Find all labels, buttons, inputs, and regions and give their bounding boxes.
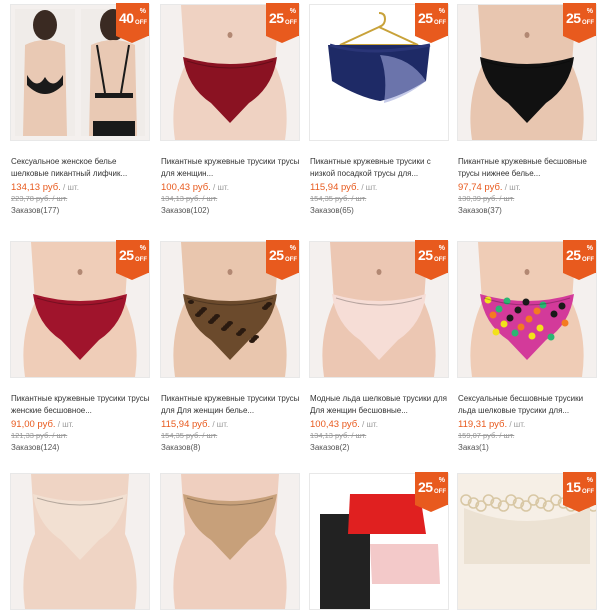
price-line: 100,43 руб. / шт. [161,182,229,193]
discount-off-label: OFF [434,20,446,26]
product-price: 115,94 руб. [310,182,360,193]
discount-percent-sign: % [438,477,445,484]
discount-value: 15 [566,479,581,495]
discount-badge: 25% OFF [563,3,596,43]
price-line: 134,13 руб. / шт. [11,182,79,193]
discount-badge: 40% OFF [116,3,149,43]
discount-value: 25 [119,247,134,263]
discount-off-label: OFF [434,257,446,263]
product-title[interactable]: Пикантные кружевные трусики трусы женски… [11,393,151,417]
price-unit: / шт. [57,420,74,429]
orders-count: Заказов(124) [11,443,60,452]
orders-count: Заказов(177) [11,206,60,215]
product-price: 91,00 руб. [11,419,56,430]
product-title[interactable]: Пикантные кружевные трусики с низкой пос… [310,156,450,180]
price-unit: / шт. [509,420,526,429]
price-line: 119,31 руб. / шт. [458,419,525,430]
discount-percent-sign: % [139,245,146,252]
product-title[interactable]: Пикантные кружевные трусики трусы для же… [161,156,301,180]
discount-value: 25 [269,247,284,263]
product-title[interactable]: Модные льда шелковые трусики для Для жен… [310,393,450,417]
orders-count: Заказ(1) [458,443,489,452]
price-unit: / шт. [213,183,229,192]
discount-percent-sign: % [586,245,593,252]
discount-off-label: OFF [582,20,594,26]
product-title[interactable]: Сексуальные бесшовные трусики льда шелко… [458,393,598,417]
discount-percent-sign: % [438,8,445,15]
product-price: 134,13 руб. [11,182,61,193]
discount-off-label: OFF [285,20,297,26]
price-line: 100,43 руб. / шт. [310,419,378,430]
old-price: 121,33 руб. / шт. [11,431,68,440]
discount-off-label: OFF [285,257,297,263]
product-grid: 40% OFF Сексуальное женское белье шелковые… [0,0,604,610]
discount-badge: 25% OFF [415,3,448,43]
discount-value: 25 [418,247,433,263]
old-price: 159,07 руб. / шт. [458,431,515,440]
old-price: 130,39 руб. / шт. [458,194,515,203]
price-unit: / шт. [63,183,79,192]
discount-badge: 25% OFF [415,240,448,280]
price-line: 91,00 руб. / шт. [11,419,74,430]
discount-value: 25 [566,10,581,26]
old-price: 154,35 руб. / шт. [310,194,367,203]
price-unit: / шт. [212,420,229,429]
product-price: 97,74 руб. [458,182,503,193]
price-line: 97,74 руб. / шт. [458,182,521,193]
orders-count: Заказов(2) [310,443,350,452]
discount-value: 40 [119,10,134,26]
discount-badge: 25% OFF [266,3,299,43]
discount-off-label: OFF [135,20,147,26]
discount-badge: 15% OFF [563,472,596,512]
product-title[interactable]: Сексуальное женское белье шелковые пикан… [11,156,151,180]
discount-percent-sign: % [289,8,296,15]
discount-value: 25 [418,10,433,26]
product-price: 100,43 руб. [161,182,211,193]
discount-off-label: OFF [582,489,594,495]
discount-off-label: OFF [135,257,147,263]
orders-count: Заказов(8) [161,443,201,452]
discount-value: 25 [418,479,433,495]
discount-badge: 25% OFF [563,240,596,280]
discount-off-label: OFF [582,257,594,263]
discount-badge: 25% OFF [415,472,448,512]
price-line: 115,94 руб. / шт. [310,182,377,193]
discount-value: 25 [566,247,581,263]
discount-value: 25 [269,10,284,26]
old-price: 223,78 руб. / шт. [11,194,68,203]
product-title[interactable]: Пикантные кружевные бесшовные трусы нижн… [458,156,598,180]
product-title[interactable]: Пикантные кружевные трусики трусы для Дл… [161,393,301,417]
product-image[interactable] [10,473,150,610]
price-unit: / шт. [362,420,378,429]
price-line: 115,94 руб. / шт. [161,419,228,430]
product-price: 115,94 руб. [161,419,211,430]
product-image[interactable] [160,473,300,610]
price-unit: / шт. [504,183,521,192]
discount-badge: 25% OFF [116,240,149,280]
product-price: 100,43 руб. [310,419,360,430]
old-price: 154,35 руб. / шт. [161,431,218,440]
discount-percent-sign: % [289,245,296,252]
discount-percent-sign: % [438,245,445,252]
orders-count: Заказов(37) [458,206,502,215]
old-price: 134,13 руб. / шт. [310,431,367,440]
discount-percent-sign: % [139,8,146,15]
discount-percent-sign: % [586,477,593,484]
price-unit: / шт. [361,183,378,192]
discount-badge: 25% OFF [266,240,299,280]
discount-percent-sign: % [586,8,593,15]
product-price: 119,31 руб. [458,419,508,430]
discount-off-label: OFF [434,489,446,495]
old-price: 134,13 руб. / шт. [161,194,218,203]
orders-count: Заказов(102) [161,206,210,215]
orders-count: Заказов(65) [310,206,354,215]
